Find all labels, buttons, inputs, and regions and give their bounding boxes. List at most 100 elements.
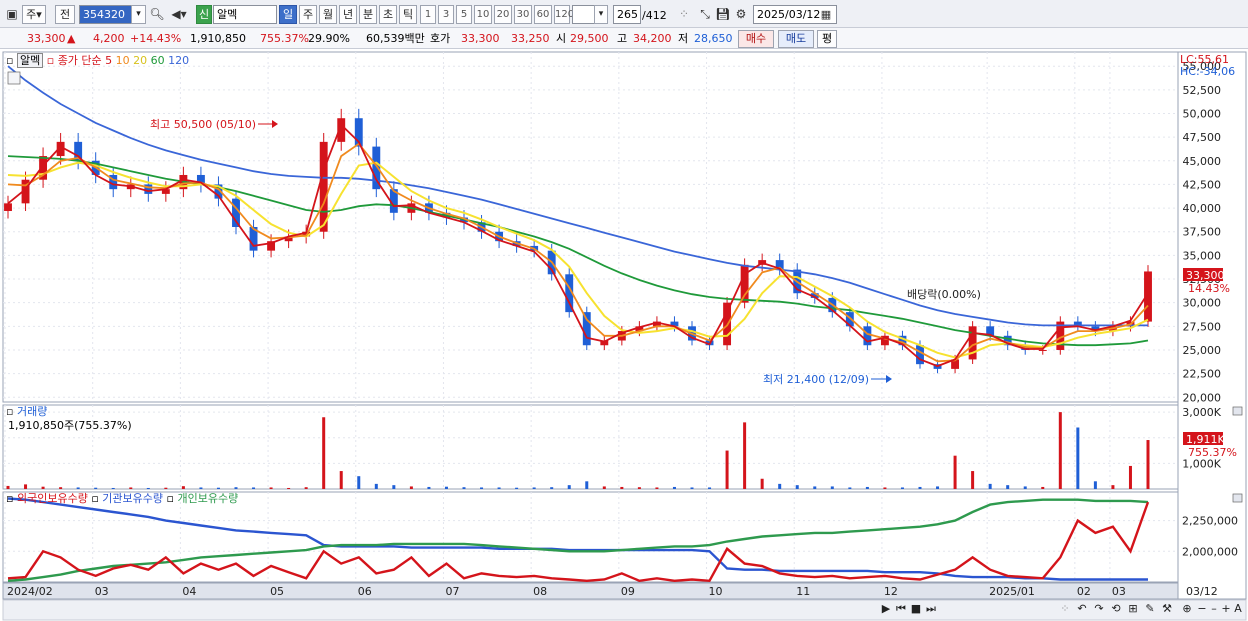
volume-bar bbox=[59, 487, 63, 489]
date-tick-label: 11 bbox=[796, 585, 810, 598]
legend-ma60[interactable]: 60 bbox=[151, 54, 165, 67]
volume-bar bbox=[813, 486, 817, 489]
holdings-legend-marker-3: ▫ bbox=[166, 492, 174, 505]
interval-60-button[interactable]: 60 bbox=[534, 5, 552, 24]
chart-svg[interactable]: 55,00052,50050,00047,50045,00042,50040,0… bbox=[0, 50, 1248, 621]
interval-3-button[interactable]: 3 bbox=[438, 5, 454, 24]
volume-bar bbox=[24, 484, 28, 489]
legend-desc[interactable]: 종가 단순 bbox=[58, 54, 102, 67]
interval-20-button[interactable]: 20 bbox=[494, 5, 512, 24]
interval-10-button[interactable]: 10 bbox=[474, 5, 492, 24]
ask-price: 33,300 bbox=[461, 32, 500, 45]
redo-icon[interactable]: ↷ bbox=[1092, 601, 1106, 617]
volume-bar bbox=[462, 487, 466, 489]
chart-area[interactable]: 55,000 52,500 50,000 47,500 45,000 42,500 40,0… bbox=[0, 50, 1248, 621]
tools-icon[interactable]: ⚒ bbox=[1160, 601, 1174, 617]
dash-icon[interactable]: – bbox=[1208, 601, 1220, 617]
period-month-tab[interactable]: 월 bbox=[319, 5, 337, 24]
period-second-tab[interactable]: 초 bbox=[379, 5, 397, 24]
volume-bar bbox=[848, 487, 852, 489]
compare-icon[interactable]: ⤡ bbox=[696, 5, 714, 24]
low-label: 저 bbox=[678, 32, 689, 45]
volume-bar bbox=[146, 487, 150, 489]
average-button[interactable]: 평 bbox=[817, 30, 837, 48]
date-tick-label: 07 bbox=[445, 585, 459, 598]
interval-120-button[interactable]: 120 bbox=[554, 5, 574, 24]
chart-settings-icon[interactable]: ⁘ bbox=[675, 5, 693, 24]
custom-interval-dropdown[interactable]: ▾ bbox=[594, 5, 608, 24]
volume-bar bbox=[1058, 412, 1062, 489]
period-week-tab[interactable]: 주 bbox=[299, 5, 317, 24]
volume-bar bbox=[971, 471, 975, 489]
price-change: 4,200 bbox=[93, 32, 125, 45]
fast-forward-icon[interactable]: ⏭ bbox=[924, 601, 938, 617]
volume-bar bbox=[269, 487, 273, 489]
minus-icon[interactable]: − bbox=[1196, 601, 1208, 617]
table-view-icon[interactable] bbox=[7, 71, 21, 85]
candle-body bbox=[740, 264, 749, 303]
interval-1-button[interactable]: 1 bbox=[420, 5, 436, 24]
data-count-input[interactable]: 265 bbox=[613, 5, 641, 24]
chart-view-icon[interactable]: ⊞ bbox=[1126, 601, 1140, 617]
font-size-icon[interactable]: A bbox=[1232, 601, 1244, 617]
buy-button[interactable]: 매수 bbox=[738, 30, 774, 48]
volume-panel[interactable] bbox=[2, 404, 1179, 490]
code-dropdown-button[interactable]: ▾ bbox=[131, 5, 146, 24]
holdings-close-icon[interactable] bbox=[1232, 493, 1243, 503]
legend-institution[interactable]: 기관보유수량 bbox=[102, 492, 163, 505]
change-arrow: ▲ bbox=[67, 32, 76, 45]
search-icon[interactable]: 🔍︎ bbox=[148, 5, 166, 24]
price-tick-label: 45,000 bbox=[1183, 155, 1222, 168]
undo-icon[interactable]: ↶ bbox=[1075, 601, 1089, 617]
stop-icon[interactable]: ■ bbox=[910, 601, 922, 617]
refresh-icon[interactable]: ⟲ bbox=[1109, 601, 1123, 617]
period-year-tab[interactable]: 년 bbox=[339, 5, 357, 24]
window-icon[interactable]: ▣ bbox=[3, 5, 21, 24]
gear-icon[interactable]: ⚙ bbox=[732, 5, 750, 24]
volume-bar bbox=[865, 486, 869, 489]
period-tick-tab[interactable]: 틱 bbox=[399, 5, 417, 24]
market-all-button[interactable]: 전 bbox=[55, 5, 75, 24]
legend-foreign[interactable]: 외국인보유수량 bbox=[17, 492, 88, 505]
legend-ma5[interactable]: 5 bbox=[105, 54, 112, 67]
period-day-tab[interactable]: 일 bbox=[279, 5, 297, 24]
rewind-icon[interactable]: ⏮ bbox=[894, 601, 908, 617]
price-tick-label: 30,000 bbox=[1183, 297, 1222, 310]
legend-ma20[interactable]: 20 bbox=[133, 54, 147, 67]
plus-icon[interactable]: + bbox=[1220, 601, 1232, 617]
legend-stock-name[interactable]: 알멕 bbox=[16, 53, 44, 68]
sound-icon[interactable]: ◀▾ bbox=[166, 5, 192, 24]
volume-bar bbox=[550, 487, 554, 489]
legend-individual[interactable]: 개인보유수량 bbox=[177, 492, 238, 505]
volume-bar bbox=[199, 487, 203, 489]
candle-body bbox=[582, 312, 591, 346]
interval-5-button[interactable]: 5 bbox=[456, 5, 472, 24]
volume-bar bbox=[392, 485, 396, 489]
sell-button[interactable]: 매도 bbox=[778, 30, 814, 48]
volume-bar bbox=[532, 487, 536, 489]
scroll-right-icon[interactable]: ▶ bbox=[880, 601, 892, 617]
date-tick-label: 03 bbox=[95, 585, 109, 598]
date-tick-label: 2025/01 bbox=[989, 585, 1035, 598]
save-icon[interactable]: 💾︎ bbox=[714, 5, 732, 24]
zoom-icon[interactable]: ⁘ bbox=[1058, 601, 1072, 617]
date-tick-label: 04 bbox=[182, 585, 196, 598]
draw-icon[interactable]: ✎ bbox=[1143, 601, 1157, 617]
stock-name-field[interactable]: 알멕 bbox=[213, 5, 277, 24]
legend-ma120[interactable]: 120 bbox=[168, 54, 189, 67]
calendar-icon[interactable]: ▦ bbox=[817, 5, 835, 24]
market-mode-select[interactable]: 주▾ bbox=[22, 5, 46, 24]
price-legend: ▫ 알멕 ▫ 종가 단순 5 10 20 60 120 bbox=[6, 53, 189, 68]
zoom-in-icon[interactable]: ⊕ bbox=[1180, 601, 1194, 617]
current-volume-pct: 755.37% bbox=[1188, 446, 1237, 459]
period-minute-tab[interactable]: 분 bbox=[359, 5, 377, 24]
holdings-legend-marker: ▫ bbox=[6, 492, 14, 505]
volume-legend-title[interactable]: 거래량 bbox=[17, 405, 47, 418]
volume-close-icon[interactable] bbox=[1232, 406, 1243, 416]
price-tick-label: 50,000 bbox=[1183, 107, 1222, 120]
volume-bar bbox=[1006, 485, 1010, 489]
interval-30-button[interactable]: 30 bbox=[514, 5, 532, 24]
legend-ma10[interactable]: 10 bbox=[116, 54, 130, 67]
candle-body bbox=[4, 203, 12, 212]
volume-bar bbox=[287, 487, 291, 489]
